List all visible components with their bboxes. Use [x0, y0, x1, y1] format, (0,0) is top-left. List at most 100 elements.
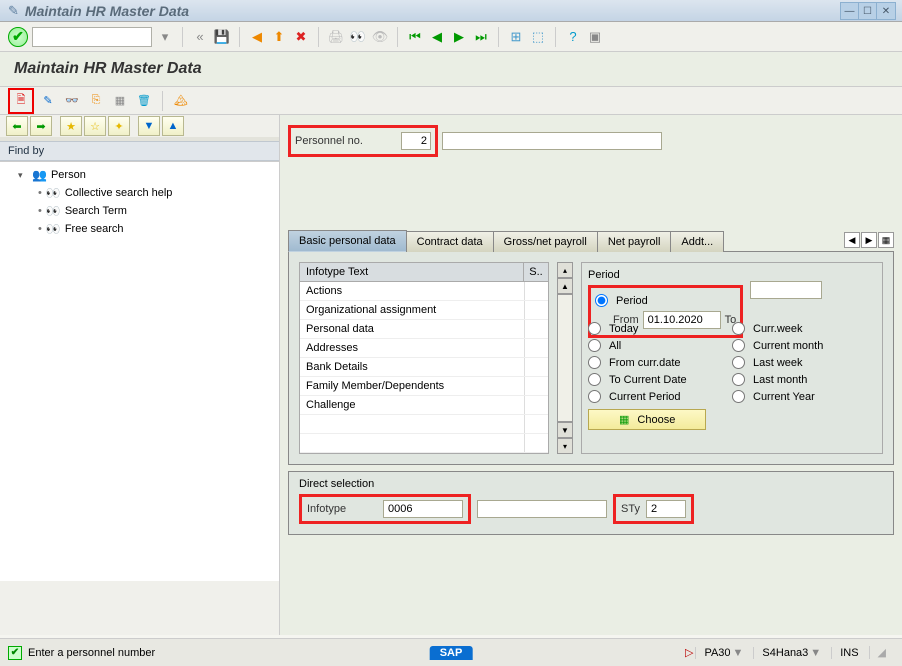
radio-current-month[interactable]: Current month [732, 337, 876, 354]
status-system[interactable]: S4Hana3▼ [753, 647, 829, 659]
infotype-text-input[interactable] [477, 500, 607, 518]
choose-button[interactable]: ▦ Choose [588, 409, 706, 430]
fav-add-icon[interactable]: ★ [60, 116, 82, 136]
radio-curr-week[interactable]: Curr.week [732, 320, 876, 337]
command-field[interactable] [32, 27, 152, 47]
back-icon[interactable]: ◀ [248, 28, 266, 46]
table-row[interactable] [300, 434, 548, 453]
first-page-icon[interactable]: ⏮ [406, 28, 424, 46]
period-group-title: Period [588, 269, 876, 281]
save-icon[interactable]: 💾 [213, 28, 231, 46]
radio-last-week[interactable]: Last week [732, 354, 876, 371]
tab-gross-net-payroll[interactable]: Gross/net payroll [493, 231, 598, 252]
maximize-button[interactable]: ☐ [859, 3, 877, 19]
tab-scroll-right-icon[interactable]: ▶ [861, 232, 877, 248]
scroll-up-icon[interactable]: ▲ [557, 278, 573, 294]
chevron-left-icon[interactable]: « [191, 28, 209, 46]
status-tcode[interactable]: PA30▼ [695, 647, 751, 659]
layout-icon[interactable]: ▣ [586, 28, 604, 46]
main-area: ⬅ ➡ ★ ☆ ✦ ▼ ▲ Find by ▾ 👥 Person • 👀 Col… [0, 115, 902, 635]
tree-view: ▾ 👥 Person • 👀 Collective search help • … [0, 161, 279, 581]
last-page-icon[interactable]: ⏭ [472, 28, 490, 46]
radio-last-month[interactable]: Last month [732, 371, 876, 388]
table-row[interactable]: Actions [300, 282, 548, 301]
enter-button[interactable]: ✔ [8, 27, 28, 47]
scroll-down-icon[interactable]: ▼ [557, 422, 573, 438]
radio-current-period[interactable]: Current Period [588, 388, 732, 405]
tree-node-collective-search[interactable]: • 👀 Collective search help [8, 184, 271, 202]
table-row[interactable]: Personal data [300, 320, 548, 339]
tree-label: Collective search help [65, 187, 173, 199]
prev-page-icon[interactable]: ◀ [428, 28, 446, 46]
delete-icon[interactable]: 🗑 [134, 91, 154, 111]
tree-node-free-search[interactable]: • 👀 Free search [8, 220, 271, 238]
radio-all[interactable]: All [588, 337, 732, 354]
radio-to-current-date[interactable]: To Current Date [588, 371, 732, 388]
close-button[interactable]: ✕ [877, 3, 895, 19]
tree-label: Free search [65, 223, 124, 235]
fav-icon[interactable]: ☆ [84, 116, 106, 136]
radio-today[interactable]: Today [588, 320, 732, 337]
table-row[interactable]: Challenge [300, 396, 548, 415]
help-icon[interactable]: ? [564, 28, 582, 46]
tree-toggle-icon[interactable]: ▾ [18, 170, 28, 181]
create-icon[interactable]: 🗎 [11, 91, 31, 111]
dropdown-icon: ▼ [810, 647, 821, 659]
find-icon[interactable]: 👀 [349, 28, 367, 46]
infotype-input[interactable] [383, 500, 463, 518]
infotype-header-text: Infotype Text [300, 263, 524, 281]
period-to-input[interactable] [750, 281, 822, 299]
table-row[interactable]: Organizational assignment [300, 301, 548, 320]
tab-list-icon[interactable]: ▦ [878, 232, 894, 248]
tab-net-payroll[interactable]: Net payroll [597, 231, 672, 252]
delimit-icon[interactable]: ▦ [110, 91, 130, 111]
exit-icon[interactable]: ⬆ [270, 28, 288, 46]
find-next-icon[interactable]: 👁 [371, 28, 389, 46]
command-dropdown-icon[interactable]: ▾ [156, 28, 174, 46]
sap-logo: SAP [430, 646, 473, 660]
fav-list-icon[interactable]: ✦ [108, 116, 130, 136]
tree-node-person[interactable]: ▾ 👥 Person [8, 166, 271, 184]
tab-additional[interactable]: Addt... [670, 231, 724, 252]
new-session-icon[interactable]: ⊞ [507, 28, 525, 46]
tabs-row: Basic personal data Contract data Gross/… [288, 229, 894, 252]
minimize-button[interactable]: — [841, 3, 859, 19]
collapse-up-icon[interactable]: ▲ [162, 116, 184, 136]
sty-label: STy [621, 503, 640, 515]
window-titlebar: ✎ Maintain HR Master Data — ☐ ✕ [0, 0, 902, 22]
personnel-no-input[interactable] [401, 132, 431, 150]
scrollbar-track[interactable] [557, 294, 573, 422]
shortcut-icon[interactable]: ⬚ [529, 28, 547, 46]
table-row[interactable]: Bank Details [300, 358, 548, 377]
expand-down-icon[interactable]: ▼ [138, 116, 160, 136]
nav-strip: ⬅ ➡ ★ ☆ ✦ ▼ ▲ [0, 115, 279, 141]
change-icon[interactable]: ✎ [38, 91, 58, 111]
nav-back-icon[interactable]: ⬅ [6, 116, 28, 136]
nav-forward-icon[interactable]: ➡ [30, 116, 52, 136]
scroll-bottom-icon[interactable]: ▾ [557, 438, 573, 454]
scroll-top-icon[interactable]: ▴ [557, 262, 573, 278]
radio-current-year[interactable]: Current Year [732, 388, 876, 405]
app-doc-icon: ✎ [8, 3, 19, 19]
statusbar: ✔ Enter a personnel number SAP ▷ PA30▼ S… [0, 638, 902, 666]
radio-period[interactable]: Period [595, 292, 736, 309]
tab-contract-data[interactable]: Contract data [406, 231, 494, 252]
table-row[interactable]: Addresses [300, 339, 548, 358]
table-row[interactable] [300, 415, 548, 434]
overview-icon[interactable]: 🏔 [171, 91, 191, 111]
table-row[interactable]: Family Member/Dependents [300, 377, 548, 396]
cancel-icon[interactable]: ✖ [292, 28, 310, 46]
sty-input[interactable] [646, 500, 686, 518]
next-page-icon[interactable]: ▶ [450, 28, 468, 46]
tab-scroll-left-icon[interactable]: ◀ [844, 232, 860, 248]
tree-node-search-term[interactable]: • 👀 Search Term [8, 202, 271, 220]
copy-icon[interactable]: ⎘ [86, 91, 106, 111]
bullet-icon: • [38, 223, 42, 235]
infotype-data: Actions Organizational assignment Person… [299, 282, 549, 454]
radio-period-input[interactable] [595, 294, 608, 307]
display-icon[interactable]: 👓 [62, 91, 82, 111]
status-arrow-icon[interactable]: ▷ [685, 646, 693, 659]
radio-from-curr-date[interactable]: From curr.date [588, 354, 732, 371]
print-icon[interactable]: 🖨 [327, 28, 345, 46]
tab-basic-personal-data[interactable]: Basic personal data [288, 230, 407, 252]
